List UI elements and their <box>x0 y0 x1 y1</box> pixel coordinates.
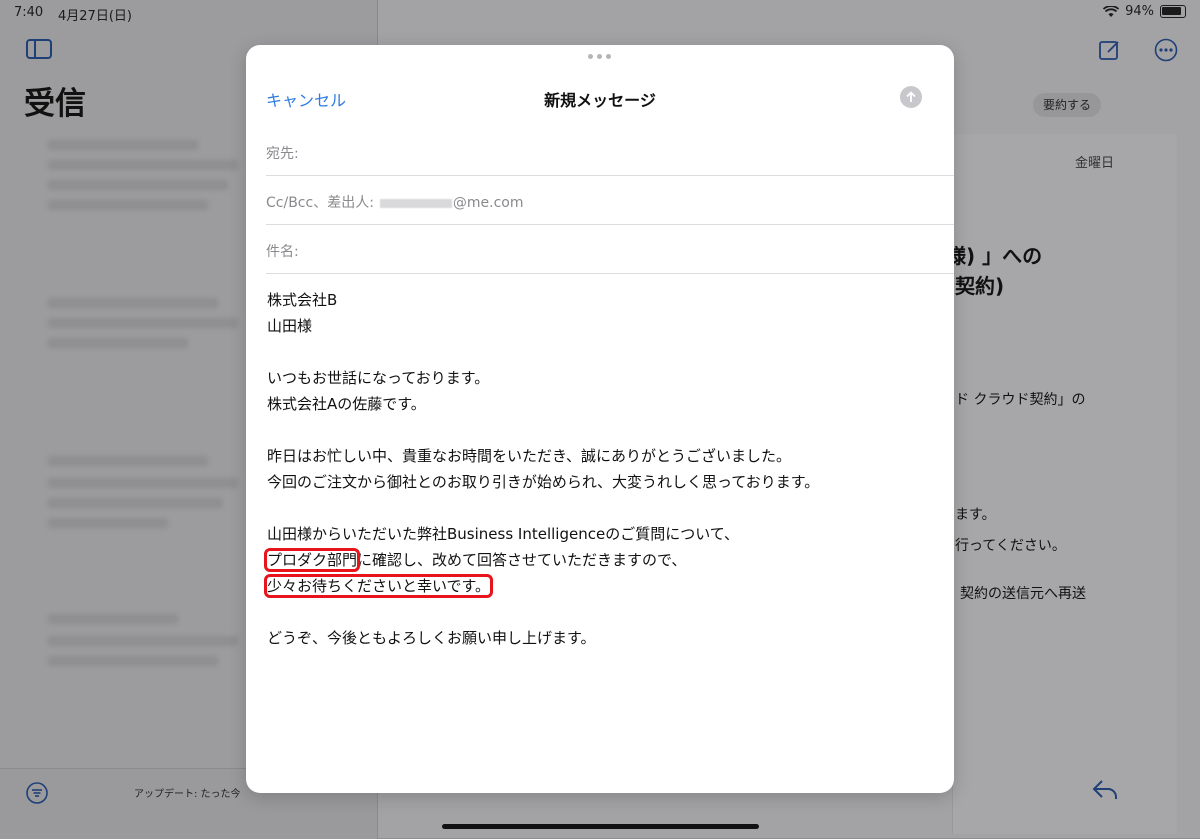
status-time: 7:40 <box>14 5 44 20</box>
body-line: 山田様 <box>267 317 313 335</box>
highlighted-text: 少々お待ちくださいと幸いです。 <box>263 574 494 598</box>
message-body-fragment: 行ってください。 <box>955 538 1066 554</box>
body-line: 今回のご注文から御社とのお取り引きが始められ、大変うれしく思っております。 <box>267 473 820 491</box>
more-icon[interactable] <box>1154 38 1178 62</box>
message-preview-blurred[interactable] <box>48 180 228 190</box>
filter-icon[interactable] <box>26 782 48 804</box>
home-indicator <box>442 824 759 829</box>
highlighted-text: プロダク部門 <box>263 548 361 572</box>
message-date: 金曜日 <box>1075 156 1115 171</box>
sidebar-toggle-icon[interactable] <box>26 38 52 60</box>
message-body-fragment: 契約の送信元へ再送 <box>960 586 1086 602</box>
from-domain: @me.com <box>452 195 524 211</box>
message-preview-blurred[interactable] <box>48 614 178 624</box>
body-line: 昨日はお忙しい中、貴重なお時間をいただき、誠にありがとうございました。 <box>267 447 791 465</box>
cc-bcc-label: Cc/Bcc、差出人: <box>266 195 374 211</box>
subject-field[interactable]: 件名: <box>266 224 954 274</box>
compose-sheet: 新規メッセージ キャンセル 宛先: Cc/Bcc、差出人: @me.com 件名:… <box>246 45 954 793</box>
message-body[interactable]: 株式会社B 山田様 いつもお世話になっております。 株式会社Aの佐藤です。 昨日… <box>263 287 820 651</box>
message-preview-blurred[interactable] <box>48 518 168 528</box>
summarize-label: 要約する <box>1043 98 1092 112</box>
message-preview-blurred[interactable] <box>48 338 188 348</box>
body-line: 株式会社Aの佐藤です。 <box>267 395 426 413</box>
update-status: アップデート: たった今 <box>134 789 241 800</box>
sheet-grabber[interactable] <box>588 54 611 59</box>
message-preview-blurred[interactable] <box>48 200 208 210</box>
message-heading-line: 契約) <box>955 274 1005 298</box>
mailbox-title: 受信 <box>24 86 86 122</box>
summarize-button[interactable]: 要約する <box>1033 93 1102 117</box>
body-line: いつもお世話になっております。 <box>267 369 490 387</box>
message-preview-blurred[interactable] <box>48 318 238 328</box>
subject-label: 件名: <box>266 244 299 260</box>
status-date: 4月27日(日) <box>58 9 132 24</box>
message-preview-blurred[interactable] <box>48 456 208 466</box>
reply-icon[interactable] <box>1092 778 1118 802</box>
message-heading-line: 様) 」への <box>946 244 1043 268</box>
body-line: 山田様からいただいた弊社Business Intelligenceのご質問につい… <box>267 525 739 543</box>
cc-bcc-from-field[interactable]: Cc/Bcc、差出人: @me.com <box>266 175 954 225</box>
body-text-span: に確認し、改めて回答させていただきますので、 <box>357 551 687 569</box>
send-button[interactable] <box>900 86 922 108</box>
compose-icon[interactable] <box>1098 38 1122 62</box>
message-preview-blurred[interactable] <box>48 478 238 488</box>
to-label: 宛先: <box>266 146 299 162</box>
message-preview-blurred[interactable] <box>48 636 238 646</box>
battery-icon <box>1160 5 1186 18</box>
cancel-button[interactable]: キャンセル <box>266 87 346 111</box>
message-body-fragment: ド クラウド契約」の <box>955 392 1086 408</box>
body-line: どうぞ、今後ともよろしくお願い申し上げます。 <box>267 629 596 647</box>
masked-address <box>379 198 452 208</box>
battery-percent: 94% <box>1125 4 1154 19</box>
arrow-up-icon <box>906 91 916 102</box>
wifi-icon <box>1103 5 1120 17</box>
to-field[interactable]: 宛先: <box>266 126 954 176</box>
message-preview-blurred[interactable] <box>48 160 238 170</box>
body-line: 株式会社B <box>267 291 338 309</box>
body-line: プロダク部門に確認し、改めて回答させていただきますので、 <box>263 547 819 573</box>
message-preview-blurred[interactable] <box>48 140 198 150</box>
message-body-fragment: ます。 <box>955 507 996 523</box>
message-header-card <box>952 134 1177 834</box>
compose-title: 新規メッセージ <box>544 91 656 110</box>
message-preview-blurred[interactable] <box>48 498 223 508</box>
body-line: 少々お待ちくださいと幸いです。 <box>263 573 819 599</box>
message-preview-blurred[interactable] <box>48 656 218 666</box>
message-preview-blurred[interactable] <box>48 298 218 308</box>
status-bar: 7:40 4月27日(日) 94% <box>0 0 1200 24</box>
